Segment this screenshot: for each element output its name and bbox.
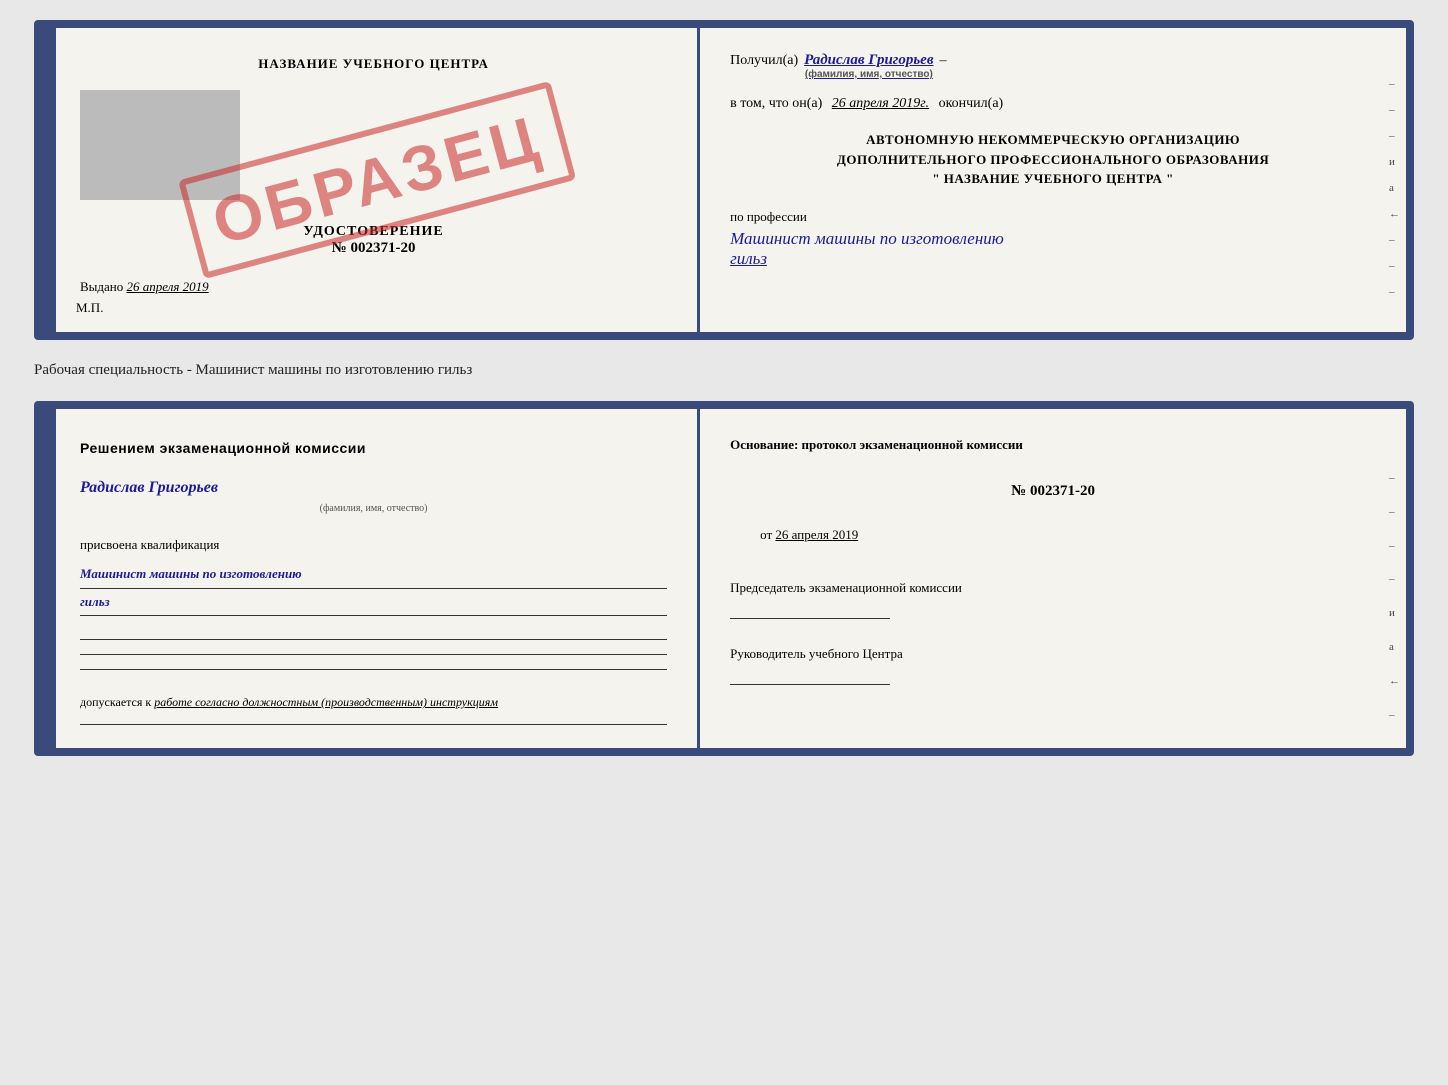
resheniem-title: Решением экзаменационной комиссии <box>80 437 667 459</box>
top-left-page: НАЗВАНИЕ УЧЕБНОГО ЦЕНТРА УДОСТОВЕРЕНИЕ №… <box>56 28 700 332</box>
bottom-left-page: Решением экзаменационной комиссии Радисл… <box>56 409 700 748</box>
vydano-line: Выдано 26 апреля 2019 <box>80 279 209 295</box>
vtom-suffix: окончил(а) <box>939 96 1004 111</box>
udost-label: УДОСТОВЕРЕНИЕ <box>80 224 667 240</box>
top-document-card: НАЗВАНИЕ УЧЕБНОГО ЦЕНТРА УДОСТОВЕРЕНИЕ №… <box>34 20 1414 340</box>
ot-date-val: 26 апреля 2019 <box>775 527 858 542</box>
ot-prefix: от <box>760 527 772 542</box>
prisvoena-label: присвоена квалификация <box>80 537 219 552</box>
rukovoditel-signature <box>730 669 890 685</box>
kvali-name2: гильз <box>80 594 110 609</box>
org-line3: " НАЗВАНИЕ УЧЕБНОГО ЦЕНТРА " <box>932 171 1173 186</box>
photo-placeholder <box>80 90 240 200</box>
profesia-name: Машинист машины по изготовлению <box>730 229 1376 249</box>
predsedatel-signature <box>730 603 890 619</box>
poluchil-line: Получил(а) Радислав Григорьев (фамилия, … <box>730 52 1376 80</box>
bottom-right-side-marks: – – – – и а ← – – – – <box>1389 469 1400 756</box>
vtom-date: 26 апреля 2019г. <box>832 96 929 111</box>
poluchil-dash: – <box>940 53 947 69</box>
org-line1: АВТОНОМНУЮ НЕКОММЕРЧЕСКУЮ ОРГАНИЗАЦИЮ <box>866 132 1240 147</box>
top-center-title: НАЗВАНИЕ УЧЕБНОГО ЦЕНТРА <box>80 56 667 72</box>
prisvoena-block: присвоена квалификация <box>80 535 667 556</box>
org-block: АВТОНОМНУЮ НЕКОММЕРЧЕСКУЮ ОРГАНИЗАЦИЮ ДО… <box>730 130 1376 189</box>
poluchil-sub: (фамилия, имя, отчество) <box>804 69 933 80</box>
label-bar: Рабочая специальность - Машинист машины … <box>34 358 1414 383</box>
udost-number: № 002371-20 <box>80 240 667 257</box>
protocol-number: № 002371-20 <box>730 478 1376 505</box>
top-spine <box>42 28 56 332</box>
ot-date: от 26 апреля 2019 <box>730 523 1376 546</box>
bottom-name-sub: (фамилия, имя, отчество) <box>80 501 667 517</box>
divider5 <box>80 669 667 670</box>
bottom-name: Радислав Григорьев <box>80 479 218 496</box>
specialty-label: Рабочая специальность - Машинист машины … <box>34 362 472 378</box>
udost-number-block: УДОСТОВЕРЕНИЕ № 002371-20 <box>80 224 667 257</box>
dopuskaetsya-italic: работе согласно должностным (производств… <box>154 695 498 709</box>
predsedatel-block: Председатель экзаменационной комиссии <box>730 579 1376 619</box>
top-right-side-marks: – – – и а ← – – – <box>1389 78 1400 298</box>
dopuskaetsya-prefix: допускается к <box>80 695 151 709</box>
bottom-name-block: Радислав Григорьев (фамилия, имя, отчест… <box>80 475 667 517</box>
bottom-document-card: Решением экзаменационной комиссии Радисл… <box>34 401 1414 756</box>
kvali-name: Машинист машины по изготовлению <box>80 566 302 581</box>
vtom-prefix: в том, что он(а) <box>730 96 822 111</box>
vydano-prefix: Выдано <box>80 279 123 294</box>
profesia-label: по профессии <box>730 209 807 224</box>
poluchil-prefix: Получил(а) <box>730 53 798 69</box>
divider6 <box>80 724 667 725</box>
mp-label: М.П. <box>76 300 103 316</box>
predsedatel-label: Председатель экзаменационной комиссии <box>730 580 962 595</box>
dopuskaetsya-block: допускается к работе согласно должностны… <box>80 693 667 712</box>
bottom-spine <box>42 409 56 748</box>
vydano-date: 26 апреля 2019 <box>127 279 209 294</box>
profesia-name2: гильз <box>730 249 1376 269</box>
profesia-block: по профессии Машинист машины по изготовл… <box>730 209 1376 269</box>
divider3 <box>80 639 667 640</box>
poluchil-name: Радислав Григорьев (фамилия, имя, отчест… <box>804 52 933 80</box>
bottom-right-page: Основание: протокол экзаменационной коми… <box>700 409 1406 748</box>
osnovanie-title: Основание: протокол экзаменационной коми… <box>730 433 1376 456</box>
rukovoditel-block: Руководитель учебного Центра <box>730 645 1376 685</box>
divider2 <box>80 615 667 616</box>
kvali-block: Машинист машины по изготовлению гильз <box>80 564 667 620</box>
vtom-line: в том, что он(а) 26 апреля 2019г. окончи… <box>730 96 1376 112</box>
rukovoditel-label: Руководитель учебного Центра <box>730 646 903 661</box>
top-right-page: Получил(а) Радислав Григорьев (фамилия, … <box>700 28 1406 332</box>
org-line2: ДОПОЛНИТЕЛЬНОГО ПРОФЕССИОНАЛЬНОГО ОБРАЗО… <box>837 152 1269 167</box>
divider4 <box>80 654 667 655</box>
divider1 <box>80 588 667 589</box>
